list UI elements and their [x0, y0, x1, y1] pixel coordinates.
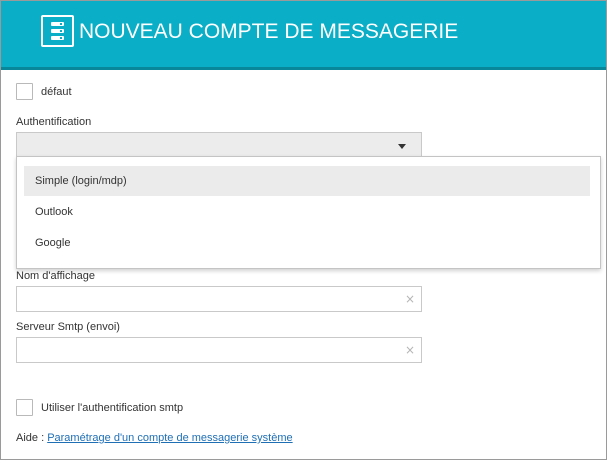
dialog-header: NOUVEAU COMPTE DE MESSAGERIE [1, 1, 606, 70]
auth-option-simple[interactable]: Simple (login/mdp) [24, 166, 590, 196]
clear-icon[interactable]: × [405, 343, 415, 357]
auth-label: Authentification [16, 116, 92, 128]
help-text: Aide : Paramétrage d'un compte de messag… [16, 432, 293, 444]
default-label: défaut [41, 86, 72, 98]
smtp-auth-label: Utiliser l'authentification smtp [41, 402, 184, 414]
clear-icon[interactable]: × [405, 292, 415, 306]
dialog-title: NOUVEAU COMPTE DE MESSAGERIE [79, 20, 459, 43]
smtp-server-input[interactable]: × [16, 337, 422, 363]
help-prefix: Aide : [16, 432, 48, 444]
auth-option-outlook[interactable]: Outlook [24, 197, 590, 227]
help-link[interactable]: Paramétrage d'un compte de messagerie sy… [47, 432, 292, 444]
smtp-auth-checkbox[interactable] [16, 399, 33, 416]
display-name-label: Nom d'affichage [16, 270, 95, 282]
smtp-server-label: Serveur Smtp (envoi) [16, 321, 120, 333]
dialog-window: NOUVEAU COMPTE DE MESSAGERIE défaut Auth… [0, 0, 607, 460]
auth-option-google[interactable]: Google [24, 228, 590, 258]
auth-select[interactable] [16, 132, 422, 157]
chevron-down-icon[interactable] [398, 144, 406, 149]
server-icon [41, 15, 74, 47]
display-name-input[interactable]: × [16, 286, 422, 312]
default-checkbox[interactable] [16, 83, 33, 100]
auth-dropdown-menu: Simple (login/mdp) Outlook Google [16, 156, 601, 269]
